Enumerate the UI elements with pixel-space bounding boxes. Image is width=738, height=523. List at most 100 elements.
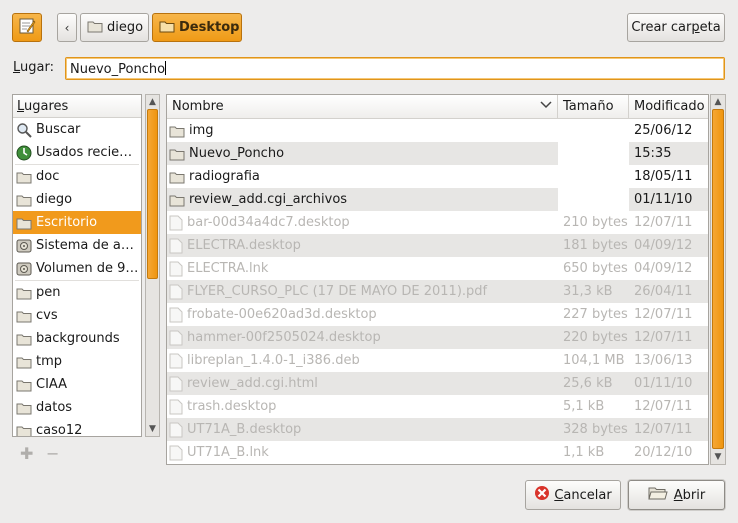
cancel-button[interactable]: Cancelar [525,480,621,510]
places-header[interactable]: Lugares [13,95,141,118]
remove-bookmark-icon[interactable]: − [46,444,59,463]
file-modified-cell: 26/04/11 [634,284,693,299]
cancel-icon [534,485,550,505]
file-size-cell: 25,6 kB [563,376,613,391]
file-row[interactable]: UT71A_B.desktop 328 bytes 12/07/11 [167,418,708,441]
place-item[interactable]: datos [13,396,141,419]
file-name-cell: review_add.cgi.html [167,372,558,395]
file-row[interactable]: libreplan_1.4.0-1_i386.deb 104,1 MB 13/06/… [167,349,708,372]
file-modified-cell: 12/07/11 [634,215,693,230]
file-modified-cell: 12/07/11 [634,330,693,345]
file-list-scrollbar[interactable]: ▲ ▼ [710,94,726,465]
place-item[interactable]: caso12 [13,419,141,436]
path-button-desktop[interactable]: Desktop [152,13,242,42]
column-header-modified[interactable]: Modificado [629,95,708,118]
place-item[interactable]: Usados recie… [13,141,141,164]
file-row[interactable]: Nuevo_Poncho 15:35 [167,142,708,165]
file-name: review_add.cgi.html [187,376,318,391]
file-name-cell: trash.desktop [167,395,558,418]
file-modified-cell: 12/07/11 [634,399,693,414]
file-size-cell: 328 bytes [563,422,628,437]
file-name: trash.desktop [187,399,277,414]
file-modified-cell: 01/11/10 [634,376,693,391]
place-item[interactable]: CIAA [13,373,141,396]
place-item[interactable]: Escritorio [13,211,141,234]
place-label: datos [36,400,73,415]
file-name-cell: review_add.cgi_archivos [167,188,558,211]
open-label: Abrir [673,487,706,503]
place-item[interactable]: diego [13,188,141,211]
search-icon [16,122,32,138]
column-header-size[interactable]: Tamaño [558,95,629,118]
place-label: Buscar [36,122,81,137]
create-folder-button[interactable]: Crear carpeta [627,13,725,42]
place-item[interactable]: doc [13,165,141,188]
sort-chevron-down-icon [540,99,552,114]
file-row[interactable]: review_add.cgi.html 25,6 kB 01/11/10 [167,372,708,395]
place-label: Volumen de 9… [36,261,139,276]
path-button-diego[interactable]: diego [80,13,149,42]
path-back-button[interactable]: ‹ [57,13,77,42]
file-row[interactable]: radiografia 18/05/11 [167,165,708,188]
file-name-cell: FLYER_CURSO_PLC (17 DE MAYO DE 2011).pdf [167,280,558,303]
places-list: Buscar Usados recie… doc diego Escritorio Sis… [13,118,141,436]
places-scrollbar[interactable]: ▲ ▼ [145,94,160,437]
place-item[interactable]: backgrounds [13,327,141,350]
open-button[interactable]: Abrir [628,480,725,510]
file-modified-cell: 13/06/13 [634,353,693,368]
file-scroll-thumb[interactable] [712,109,724,449]
file-row[interactable]: frobate-00e620ad3d.desktop 227 bytes 12/07… [167,303,708,326]
add-bookmark-icon[interactable]: ✚ [20,444,33,463]
folder-icon [169,193,185,207]
create-folder-label: Crear carpeta [631,20,721,35]
place-item[interactable]: Sistema de a… [13,234,141,257]
place-item[interactable]: Buscar [13,118,141,141]
file-icon [169,238,183,254]
file-modified-cell: 18/05/11 [634,169,693,184]
file-row[interactable]: img 25/06/12 [167,119,708,142]
file-icon [169,215,183,231]
edit-location-button[interactable] [12,13,42,42]
file-modified-cell: 04/09/12 [634,238,693,253]
scroll-up-arrow-icon[interactable]: ▲ [711,95,725,109]
place-item[interactable]: cvs [13,304,141,327]
file-name-cell: UT71A_B.desktop [167,418,558,441]
file-name: img [189,123,214,138]
open-folder-icon [648,485,668,505]
place-item[interactable]: Volumen de 9… [13,257,141,280]
pencil-note-icon [18,17,36,39]
file-row[interactable]: hammer-00f2505024.desktop 220 bytes 12/07/… [167,326,708,349]
places-tools: ✚ − [12,444,160,466]
file-size-cell [558,188,629,211]
scroll-down-arrow-icon[interactable]: ▼ [146,422,159,436]
folder-icon [16,193,32,207]
file-size-cell: 650 bytes [563,261,628,276]
place-label: pen [36,285,61,300]
place-item[interactable]: pen [13,281,141,304]
file-name: ELECTRA.desktop [187,238,301,253]
file-name: UT71A_B.desktop [187,422,302,437]
location-input[interactable]: Nuevo_Poncho [65,57,725,80]
file-row[interactable]: ELECTRA.lnk 650 bytes 04/09/12 [167,257,708,280]
place-item[interactable]: tmp [13,350,141,373]
scroll-up-arrow-icon[interactable]: ▲ [146,95,159,109]
column-header-name[interactable]: Nombre [167,95,558,118]
file-row[interactable]: ELECTRA.desktop 181 bytes 04/09/12 [167,234,708,257]
file-row[interactable]: UT71A_B.lnk 1,1 kB 20/12/10 [167,441,708,464]
scroll-down-arrow-icon[interactable]: ▼ [711,450,725,464]
file-icon [169,376,183,392]
file-modified-cell: 20/12/10 [634,445,693,460]
place-label: Usados recie… [36,145,133,160]
file-name: frobate-00e620ad3d.desktop [187,307,377,322]
places-scroll-thumb[interactable] [147,109,158,279]
file-row[interactable]: FLYER_CURSO_PLC (17 DE MAYO DE 2011).pdf… [167,280,708,303]
file-name-cell: radiografia [167,165,558,188]
file-modified-cell: 04/09/12 [634,261,693,276]
file-row[interactable]: bar-00d34a4dc7.desktop 210 bytes 12/07/11 [167,211,708,234]
file-row[interactable]: trash.desktop 5,1 kB 12/07/11 [167,395,708,418]
file-row[interactable]: review_add.cgi_archivos 01/11/10 [167,188,708,211]
file-name: UT71A_B.lnk [187,445,269,460]
folder-icon [169,170,185,184]
place-label: doc [36,169,60,184]
folder-icon [169,147,185,161]
